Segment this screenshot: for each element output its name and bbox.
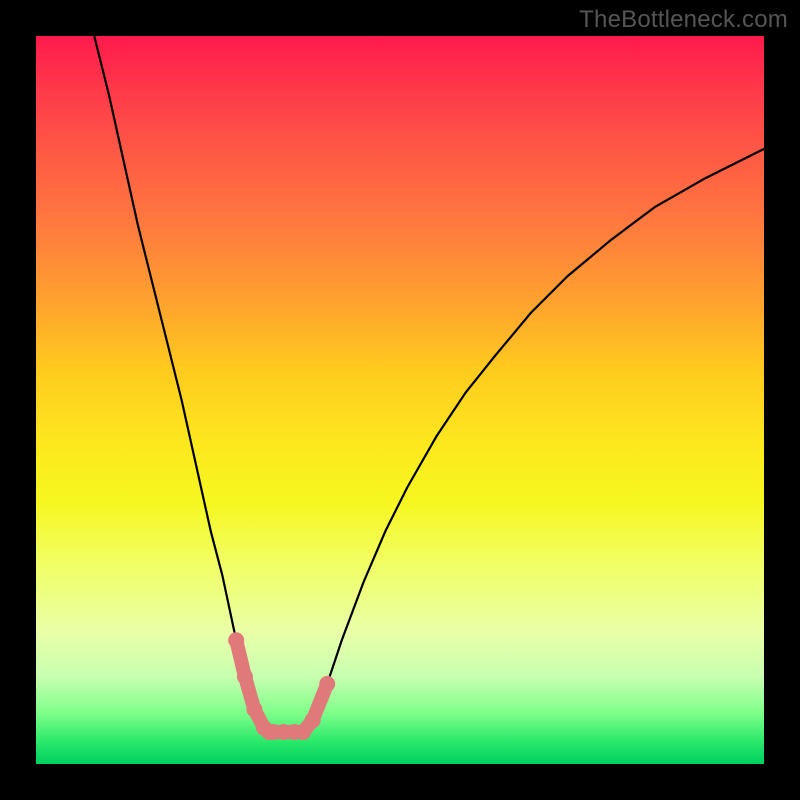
curve-left-branch — [94, 36, 273, 732]
plot-area — [36, 36, 764, 764]
curve-right-branch — [303, 149, 764, 732]
highlight-dot — [237, 669, 253, 685]
highlight-dot — [319, 676, 335, 692]
highlight-dot — [246, 701, 262, 717]
highlight-dot — [228, 632, 244, 648]
watermark-label: TheBottleneck.com — [579, 6, 788, 34]
highlight-dot — [305, 712, 321, 728]
curve-svg — [36, 36, 764, 764]
chart-frame: TheBottleneck.com — [0, 0, 800, 800]
